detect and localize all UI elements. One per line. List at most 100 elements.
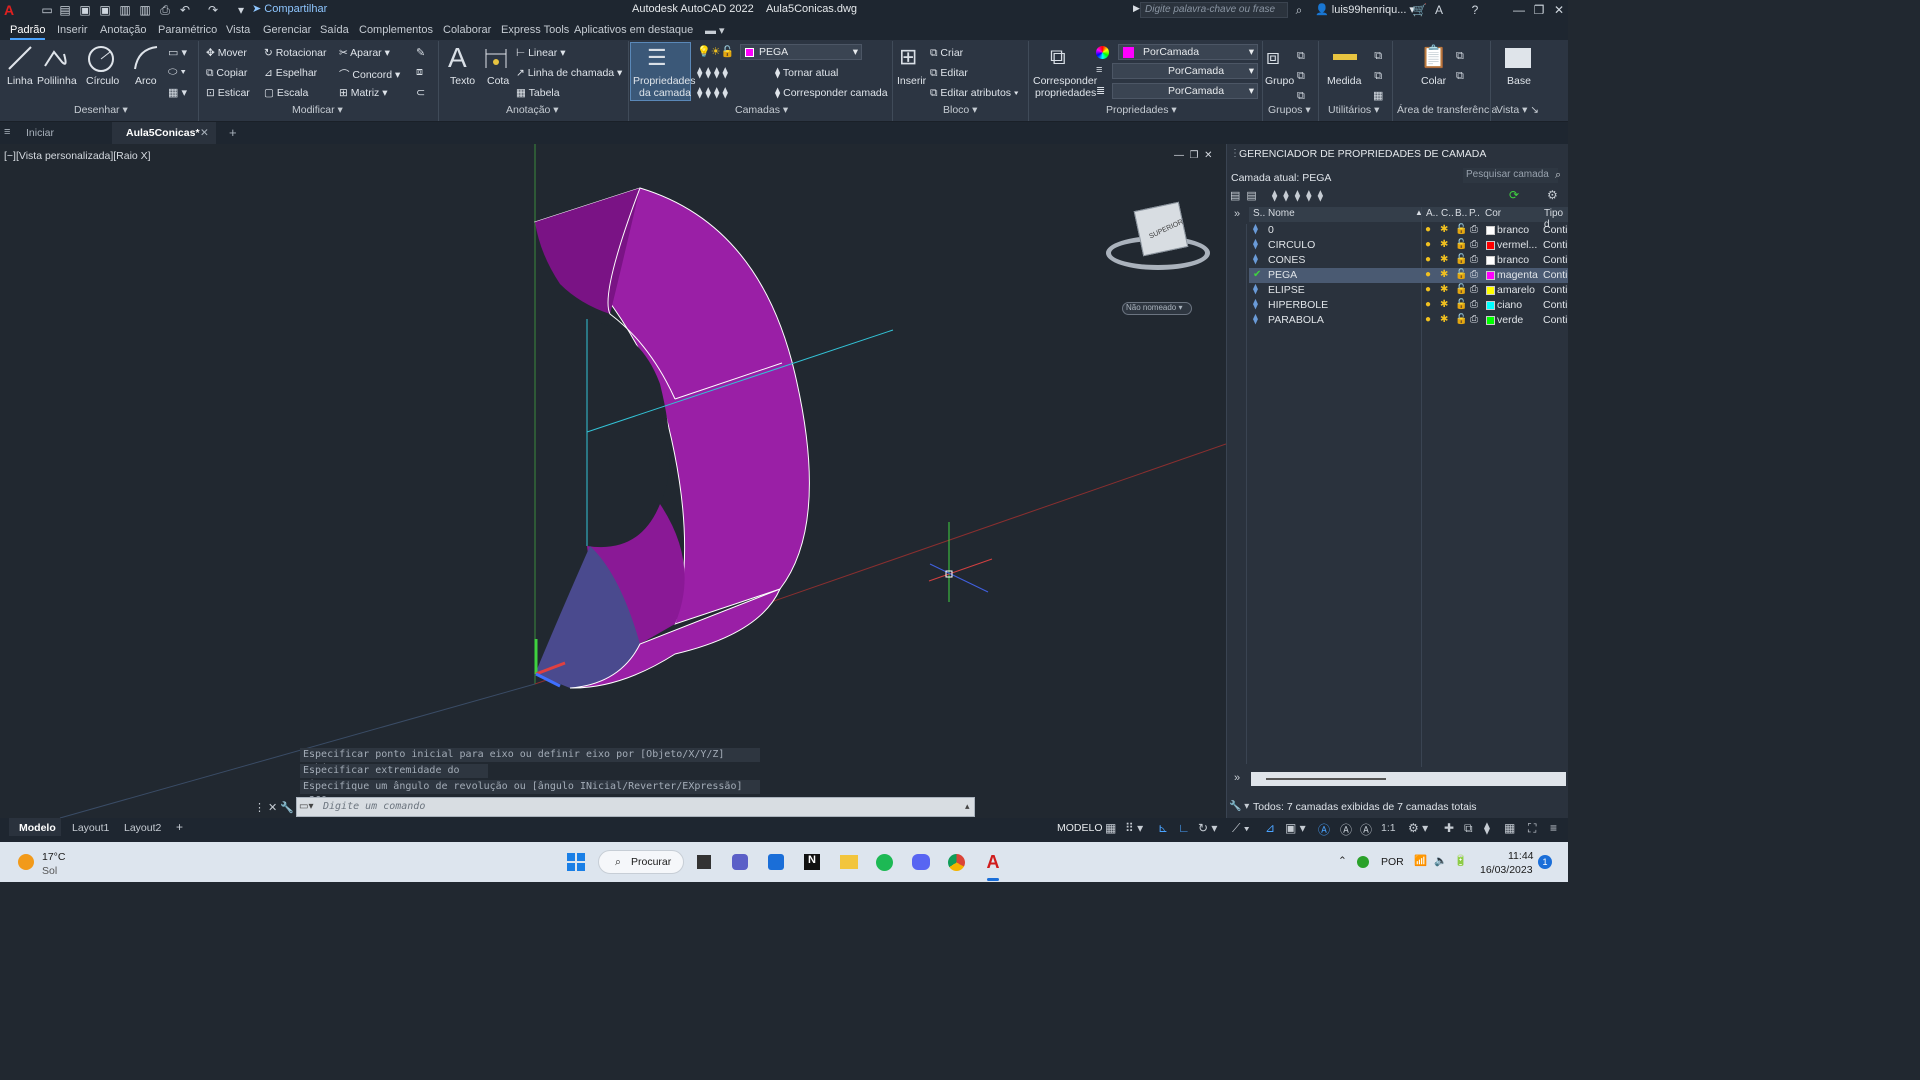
restore-icon[interactable]: ❐ xyxy=(1532,3,1546,17)
layer-plot-icon[interactable]: ⎙ xyxy=(1470,299,1478,310)
measure-label[interactable]: Medida xyxy=(1327,75,1361,87)
clock-time[interactable]: 11:44 xyxy=(1508,850,1534,862)
fillet-button[interactable]: ⌒ Concord ▾ xyxy=(339,67,400,82)
layer-lock-icon[interactable]: 🔓 xyxy=(1455,299,1467,310)
layer-state-icons[interactable]: 💡☀🔓 xyxy=(697,45,734,58)
layer-color-name[interactable]: branco xyxy=(1497,224,1529,236)
layer-linetype[interactable]: Conti xyxy=(1543,269,1568,281)
annotation-scale-value[interactable]: 1:1 xyxy=(1381,822,1396,834)
col-plot[interactable]: P.. xyxy=(1469,208,1480,219)
layer-freeze-icon[interactable]: ✱ xyxy=(1440,284,1448,295)
layer-color-name[interactable]: ciano xyxy=(1497,299,1522,311)
spotify-icon[interactable] xyxy=(876,854,893,871)
groups-panel-title[interactable]: Grupos ▾ xyxy=(1268,104,1311,116)
layer-row[interactable]: ⧫ 0 ● ✱ 🔓 ⎙ branco Conti xyxy=(1249,223,1568,238)
tab-anotacao[interactable]: Anotação xyxy=(100,24,146,36)
annotation-panel-title[interactable]: Anotação ▾ xyxy=(506,104,559,116)
layer-color-swatch[interactable] xyxy=(1486,256,1495,265)
cart-icon[interactable]: 🛒 xyxy=(1412,3,1427,17)
layer-color-swatch[interactable] xyxy=(1486,301,1495,310)
isolate-objects-icon[interactable]: ⧉ xyxy=(1464,821,1473,836)
layer-on-icon[interactable]: ● xyxy=(1425,254,1431,265)
layer-tools-row1[interactable]: ⧫ ⧫ ⧫ ⧫ xyxy=(697,66,728,79)
search-icon[interactable]: ⌕ xyxy=(1555,169,1561,182)
layer-freeze-icon[interactable]: ✱ xyxy=(1440,254,1448,265)
expand-filters-icon[interactable]: » xyxy=(1234,208,1240,220)
user-account[interactable]: 👤 luis99henriqu... ▾ xyxy=(1315,3,1415,16)
tray-app-icon[interactable] xyxy=(1357,856,1369,868)
close-tab-icon[interactable]: ✕ xyxy=(200,127,209,139)
base-view-icon[interactable] xyxy=(1505,48,1531,68)
layers-panel-title[interactable]: Camadas ▾ xyxy=(735,104,788,116)
erase-icon[interactable]: ✎ xyxy=(416,46,425,59)
col-color[interactable]: Cor xyxy=(1485,208,1501,219)
ribbon-options-icon[interactable]: ▬ ▾ xyxy=(705,24,725,37)
polyline-tool-label[interactable]: Polilinha xyxy=(37,75,77,87)
layer-on-icon[interactable]: ● xyxy=(1425,314,1431,325)
layer-lock-icon[interactable]: 🔓 xyxy=(1455,314,1467,325)
autodesk-a360-icon[interactable]: A xyxy=(1432,3,1446,17)
search-icon[interactable]: ⌕ xyxy=(1292,3,1306,17)
layer-row[interactable]: ⧫ ELIPSE ● ✱ 🔓 ⎙ amarelo Conti xyxy=(1249,283,1568,298)
command-prompt-icon[interactable]: ▭▾ xyxy=(299,801,313,812)
insert-block-icon[interactable]: ⊞ xyxy=(899,44,917,70)
layer-row-selected[interactable]: ✔ PEGA ● ✱ 🔓 ⎙ magenta Conti xyxy=(1249,268,1568,283)
drawing-viewport[interactable]: [−][Vista personalizada][Raio X] — ❐ ✕ S… xyxy=(0,144,1226,818)
utility-tools-icons[interactable]: ⧉ ⧉ ▦ xyxy=(1373,46,1383,106)
utilities-panel-title[interactable]: Utilitários ▾ xyxy=(1328,104,1379,116)
edit-block-button[interactable]: ⧉ Editar xyxy=(930,67,968,80)
polar-icon[interactable]: ∟ xyxy=(1178,821,1190,835)
polyline-tool-icon[interactable] xyxy=(42,44,70,72)
line-tool-icon[interactable] xyxy=(6,44,34,72)
save-icon[interactable]: ▣ xyxy=(78,3,92,17)
close-icon[interactable]: ✕ xyxy=(1552,3,1566,17)
clock-date[interactable]: 16/03/2023 xyxy=(1480,864,1533,876)
layer-on-icon[interactable]: ● xyxy=(1425,284,1431,295)
stretch-button[interactable]: ⊡ Esticar xyxy=(206,87,250,99)
tab-parametrico[interactable]: Paramétrico xyxy=(158,24,217,36)
layer-color-swatch[interactable] xyxy=(1486,241,1495,250)
match-layer-button[interactable]: ⧫ Corresponder camada xyxy=(775,87,888,99)
layer-linetype[interactable]: Conti xyxy=(1543,254,1568,266)
circle-tool-label[interactable]: Círculo xyxy=(86,75,119,87)
paste-label[interactable]: Colar xyxy=(1421,75,1446,87)
weather-desc[interactable]: Sol xyxy=(42,865,57,877)
layer-color-name[interactable]: amarelo xyxy=(1497,284,1535,296)
file-explorer-icon[interactable] xyxy=(840,855,858,869)
model-space-button[interactable]: MODELO xyxy=(1057,822,1103,834)
layer-linetype[interactable]: Conti xyxy=(1543,224,1568,236)
layer-plot-icon[interactable]: ⎙ xyxy=(1470,269,1478,280)
scrollbar-thumb[interactable] xyxy=(1266,778,1386,780)
undo-icon[interactable]: ↶ xyxy=(178,3,192,17)
isodraft-icon[interactable]: ↻ ▾ xyxy=(1198,821,1217,835)
circle-tool-icon[interactable] xyxy=(86,44,116,74)
table-button[interactable]: ▦ Tabela xyxy=(516,87,560,99)
layer-linetype[interactable]: Conti xyxy=(1543,239,1568,251)
open-web-icon[interactable]: ▥ xyxy=(118,3,132,17)
layer-on-icon[interactable]: ● xyxy=(1425,224,1431,235)
copy-button[interactable]: ⧉ Copiar xyxy=(206,67,247,80)
new-layout-icon[interactable]: + xyxy=(176,820,183,834)
layer-color-swatch[interactable] xyxy=(1486,226,1495,235)
layer-plot-icon[interactable]: ⎙ xyxy=(1470,254,1478,265)
command-history-expand-icon[interactable]: ▴ xyxy=(965,801,970,812)
trim-button[interactable]: ✂ Aparar ▾ xyxy=(339,47,390,59)
lineweight-display-icon[interactable]: ▣ ▾ xyxy=(1285,821,1306,835)
plot-icon[interactable]: ⎙ xyxy=(158,3,172,17)
weather-sun-icon[interactable] xyxy=(18,854,34,870)
linear-dim-button[interactable]: ⊢ Linear ▾ xyxy=(516,47,565,59)
tab-layout2[interactable]: Layout2 xyxy=(124,822,161,834)
customize-dropdown-icon[interactable]: ▾ xyxy=(234,3,248,17)
layer-freeze-icon[interactable]: ✱ xyxy=(1440,224,1448,235)
workspace-gear-icon[interactable]: ⚙ ▾ xyxy=(1408,821,1428,835)
offset-icon[interactable]: ⊂ xyxy=(416,86,425,99)
minimize-icon[interactable]: — xyxy=(1512,3,1526,17)
base-view-label[interactable]: Base xyxy=(1507,75,1531,87)
tab-iniciar[interactable]: Iniciar xyxy=(26,127,54,139)
show-hidden-icons-icon[interactable]: ⌃ xyxy=(1338,855,1347,867)
layer-search-input[interactable]: Pesquisar camada xyxy=(1463,168,1558,183)
palette-toolbar[interactable]: ▤▤ ⧫⧫⧫⧫⧫ xyxy=(1230,189,1329,202)
language-indicator[interactable]: POR xyxy=(1381,856,1404,868)
palette-settings-icon[interactable]: 🔧 ▾ xyxy=(1229,801,1249,812)
layer-freeze-icon[interactable]: ✱ xyxy=(1440,314,1448,325)
